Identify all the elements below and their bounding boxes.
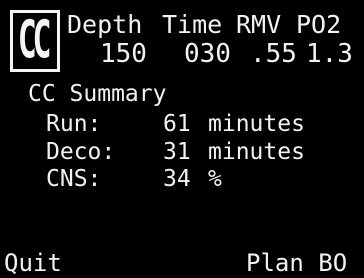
cc-mode-badge: CC (10, 10, 60, 72)
rmv-value: .55 (250, 39, 297, 69)
summary-title: CC Summary (28, 81, 167, 107)
cns-label: CNS: (46, 166, 102, 192)
deco-unit: minutes (208, 139, 305, 165)
po2-label: PO2 (296, 10, 342, 39)
time-value: 030 (184, 39, 231, 69)
cns-unit: % (208, 166, 222, 192)
run-value: 61 (163, 111, 191, 137)
run-unit: minutes (208, 111, 305, 137)
dive-computer-screen: CC Depth Time RMV PO2 150 030 .55 1.3 CC… (0, 0, 364, 278)
run-label: Run: (46, 111, 102, 137)
po2-value: 1.3 (306, 39, 353, 69)
depth-value: 150 (100, 39, 147, 69)
deco-value: 31 (163, 139, 191, 165)
deco-label: Deco: (46, 139, 116, 165)
depth-label: Depth (67, 10, 143, 39)
plan-bo-button[interactable]: Plan BO (246, 250, 347, 276)
cns-value: 34 (163, 166, 191, 192)
time-label: Time (162, 10, 223, 39)
rmv-label: RMV (236, 10, 282, 39)
quit-button[interactable]: Quit (4, 250, 62, 276)
cc-mode-label: CC (17, 10, 51, 71)
